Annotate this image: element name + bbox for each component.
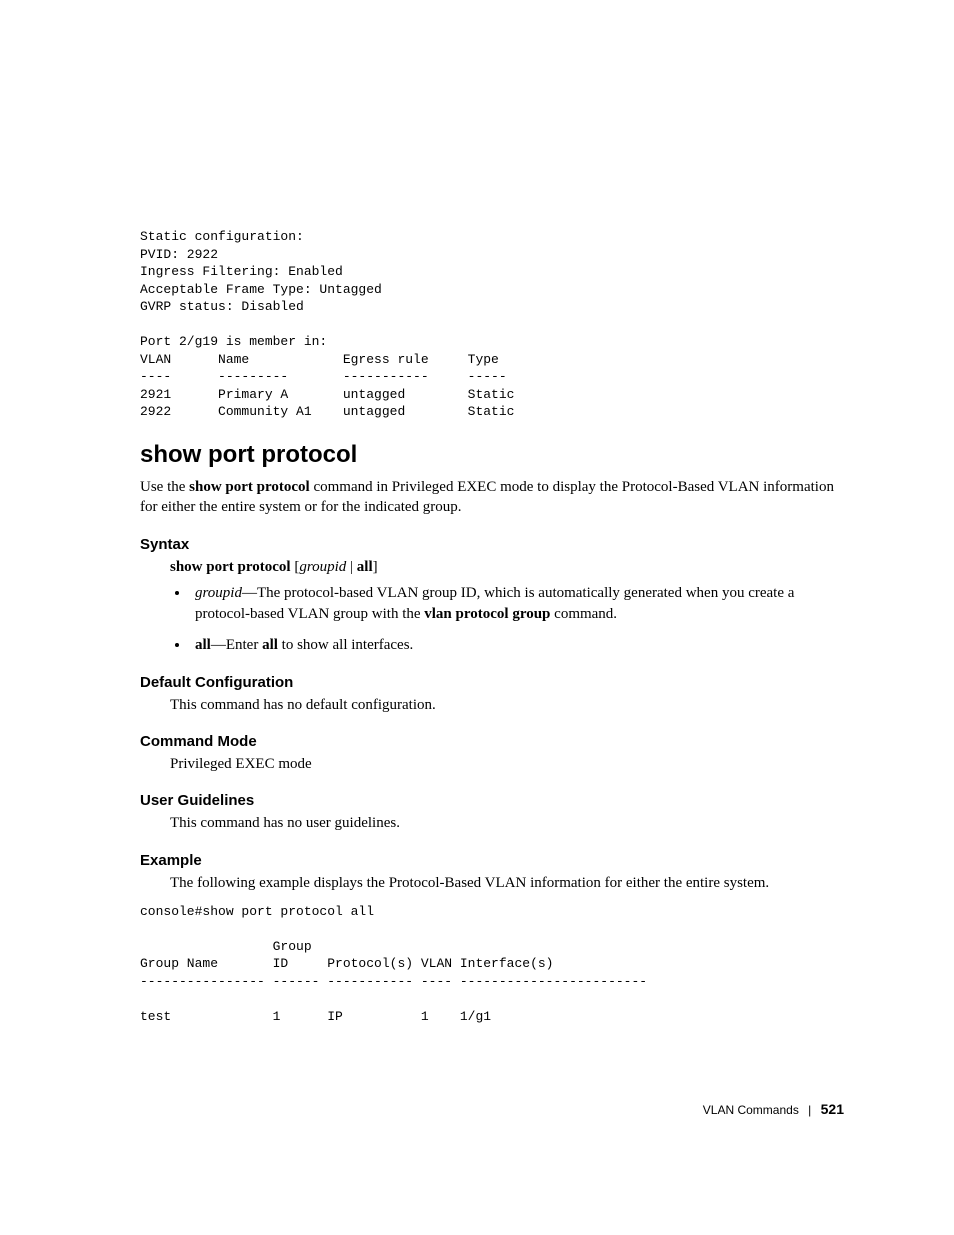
syntax-cmd: show port protocol bbox=[170, 559, 291, 575]
example-text: The following example displays the Proto… bbox=[170, 873, 844, 893]
syntax-groupid: groupid bbox=[299, 559, 346, 575]
syntax-mid: | bbox=[346, 559, 357, 575]
command-mode-text: Privileged EXEC mode bbox=[170, 754, 844, 774]
syntax-line: show port protocol [groupid | all] bbox=[170, 557, 844, 577]
bullet-groupid: groupid—The protocol-based VLAN group ID… bbox=[190, 583, 844, 625]
bullet2-end: to show all interfaces. bbox=[278, 637, 413, 653]
intro-pre: Use the bbox=[140, 479, 189, 495]
syntax-heading: Syntax bbox=[140, 536, 844, 553]
bullet-all: all—Enter all to show all interfaces. bbox=[190, 635, 844, 656]
command-title: show port protocol bbox=[140, 441, 844, 469]
intro-bold: show port protocol bbox=[189, 479, 310, 495]
syntax-all: all bbox=[357, 559, 373, 575]
footer-separator: | bbox=[808, 1103, 811, 1117]
intro-paragraph: Use the show port protocol command in Pr… bbox=[140, 477, 844, 518]
user-guidelines-text: This command has no user guidelines. bbox=[170, 813, 844, 833]
default-config-heading: Default Configuration bbox=[140, 674, 844, 691]
footer-label: VLAN Commands bbox=[703, 1103, 799, 1117]
cli-output-block-2: console#show port protocol all Group Gro… bbox=[140, 903, 844, 1026]
bullet1-bold: vlan protocol group bbox=[424, 606, 550, 622]
user-guidelines-heading: User Guidelines bbox=[140, 792, 844, 809]
bullet2-mid: —Enter bbox=[211, 637, 262, 653]
syntax-close: ] bbox=[373, 559, 378, 575]
syntax-open: [ bbox=[291, 559, 300, 575]
syntax-bullets: groupid—The protocol-based VLAN group ID… bbox=[190, 583, 844, 656]
example-heading: Example bbox=[140, 852, 844, 869]
cli-output-block-1: Static configuration: PVID: 2922 Ingress… bbox=[140, 228, 844, 421]
bullet1-italic: groupid bbox=[195, 585, 242, 601]
page-footer: VLAN Commands | 521 bbox=[703, 1101, 844, 1117]
bullet2-bold2: all bbox=[262, 637, 278, 653]
page-number: 521 bbox=[821, 1101, 844, 1117]
default-config-text: This command has no default configuratio… bbox=[170, 695, 844, 715]
bullet1-end: command. bbox=[550, 606, 617, 622]
bullet2-bold1: all bbox=[195, 637, 211, 653]
command-mode-heading: Command Mode bbox=[140, 733, 844, 750]
